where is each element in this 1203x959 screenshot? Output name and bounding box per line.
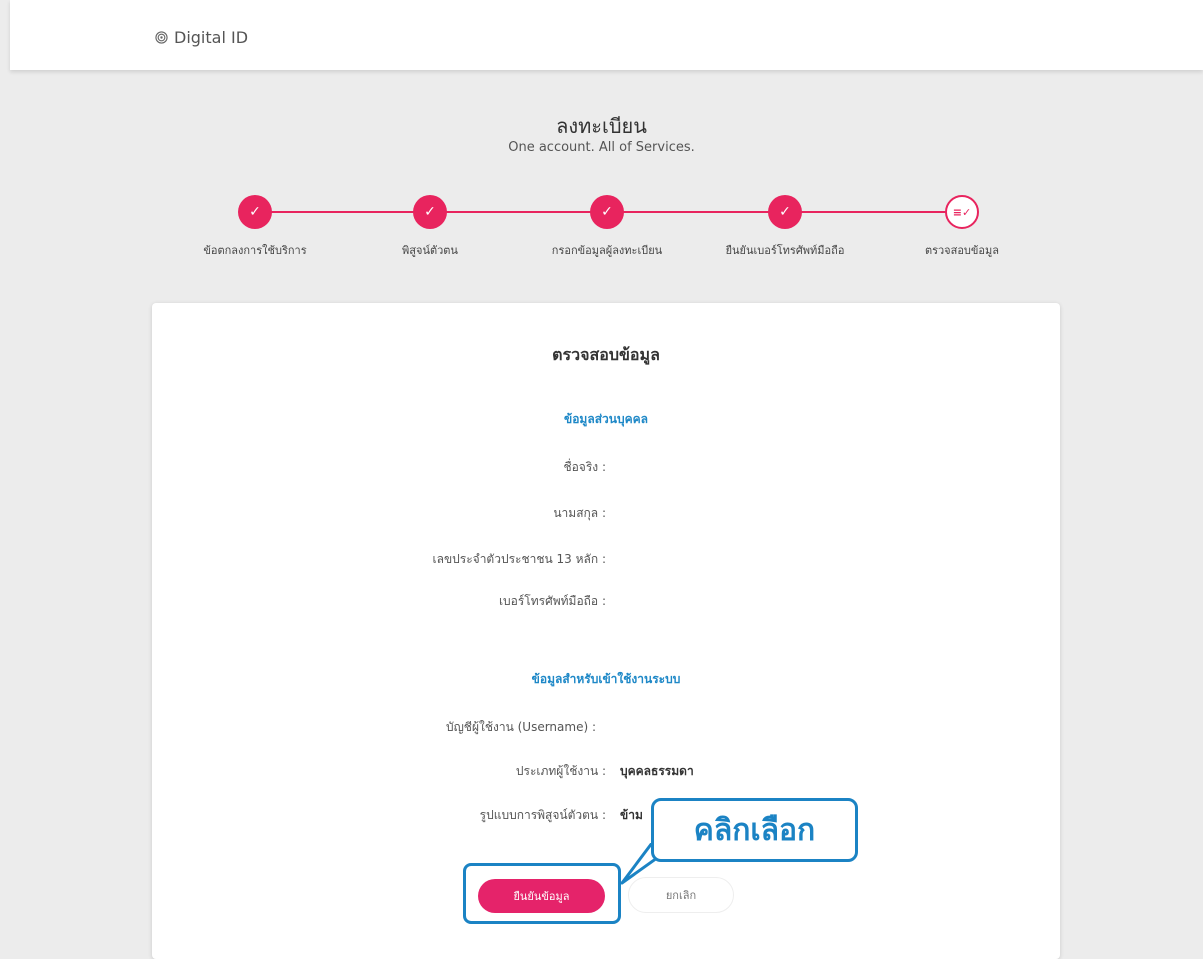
login-info-heading: ข้อมูลสำหรับเข้าใช้งานระบบ bbox=[531, 672, 681, 686]
page-title: ลงทะเบียน bbox=[556, 114, 647, 138]
row-user-type-value: บุคคลธรรมดา bbox=[606, 762, 906, 782]
step-terms: ✓ ข้อตกลงการใช้บริการ bbox=[175, 195, 335, 259]
highlight-box bbox=[463, 863, 621, 924]
brand-name: Digital ID bbox=[174, 28, 249, 47]
field-label: เลขประจำตัวประชาชน 13 หลัก : bbox=[432, 552, 607, 566]
field-label: รูปแบบการพิสูจน์ตัวตน : bbox=[479, 808, 606, 822]
step-verify-identity: ✓ พิสูจน์ตัวตน bbox=[350, 195, 510, 259]
row-last-name: นามสกุล : bbox=[286, 504, 606, 524]
row-user-type: ประเภทผู้ใช้งาน : bbox=[286, 762, 606, 782]
click-here-callout: คลิกเลือก bbox=[651, 798, 858, 862]
step-label: พิสูจน์ตัวตน bbox=[402, 244, 458, 257]
field-label: บัญชีผู้ใช้งาน (Username) : bbox=[445, 720, 596, 734]
row-citizen-id: เลขประจำตัวประชาชน 13 หลัก : bbox=[286, 550, 607, 570]
field-label: เบอร์โทรศัพท์มือถือ : bbox=[498, 594, 606, 608]
step-verify-phone: ✓ ยืนยันเบอร์โทรศัพท์มือถือ bbox=[705, 195, 865, 259]
check-icon: ✓ bbox=[413, 195, 447, 229]
row-auth-method: รูปแบบการพิสูจน์ตัวตน : bbox=[286, 806, 606, 826]
step-label: กรอกข้อมูลผู้ลงทะเบียน bbox=[551, 244, 663, 257]
check-icon: ✓ bbox=[590, 195, 624, 229]
row-mobile: เบอร์โทรศัพท์มือถือ : bbox=[286, 592, 606, 612]
step-registrant-info: ✓ กรอกข้อมูลผู้ลงทะเบียน bbox=[527, 195, 687, 259]
brand[interactable]: Digital ID bbox=[155, 28, 248, 47]
row-username: บัญชีผู้ใช้งาน (Username) : bbox=[266, 718, 596, 738]
field-label: นามสกุล : bbox=[553, 506, 606, 520]
field-label: ชื่อจริง : bbox=[563, 460, 606, 474]
review-card: ตรวจสอบข้อมูล ข้อมูลส่วนบุคคล ชื่อจริง :… bbox=[152, 303, 1060, 959]
row-citizen-id-value bbox=[606, 550, 906, 570]
step-review: ≡✓ ตรวจสอบข้อมูล bbox=[882, 195, 1042, 259]
step-label: ตรวจสอบข้อมูล bbox=[924, 244, 1000, 257]
check-icon: ✓ bbox=[238, 195, 272, 229]
row-username-value bbox=[596, 718, 896, 738]
field-value: บุคคลธรรมดา bbox=[620, 764, 694, 778]
top-bar: Digital ID bbox=[10, 0, 1203, 70]
step-label: ยืนยันเบอร์โทรศัพท์มือถือ bbox=[725, 244, 845, 257]
personal-info-heading: ข้อมูลส่วนบุคคล bbox=[564, 412, 648, 426]
row-mobile-value bbox=[606, 592, 906, 612]
card-title: ตรวจสอบข้อมูล bbox=[552, 345, 660, 364]
field-value: ข้าม bbox=[620, 808, 643, 822]
field-label: ประเภทผู้ใช้งาน : bbox=[515, 764, 606, 778]
review-icon: ≡✓ bbox=[945, 195, 979, 229]
fingerprint-icon bbox=[155, 31, 168, 44]
check-icon: ✓ bbox=[768, 195, 802, 229]
row-first-name: ชื่อจริง : bbox=[286, 458, 606, 478]
step-label: ข้อตกลงการใช้บริการ bbox=[203, 244, 307, 257]
row-last-name-value bbox=[606, 504, 906, 524]
page-subtitle: One account. All of Services. bbox=[508, 140, 695, 155]
row-first-name-value bbox=[606, 458, 906, 478]
